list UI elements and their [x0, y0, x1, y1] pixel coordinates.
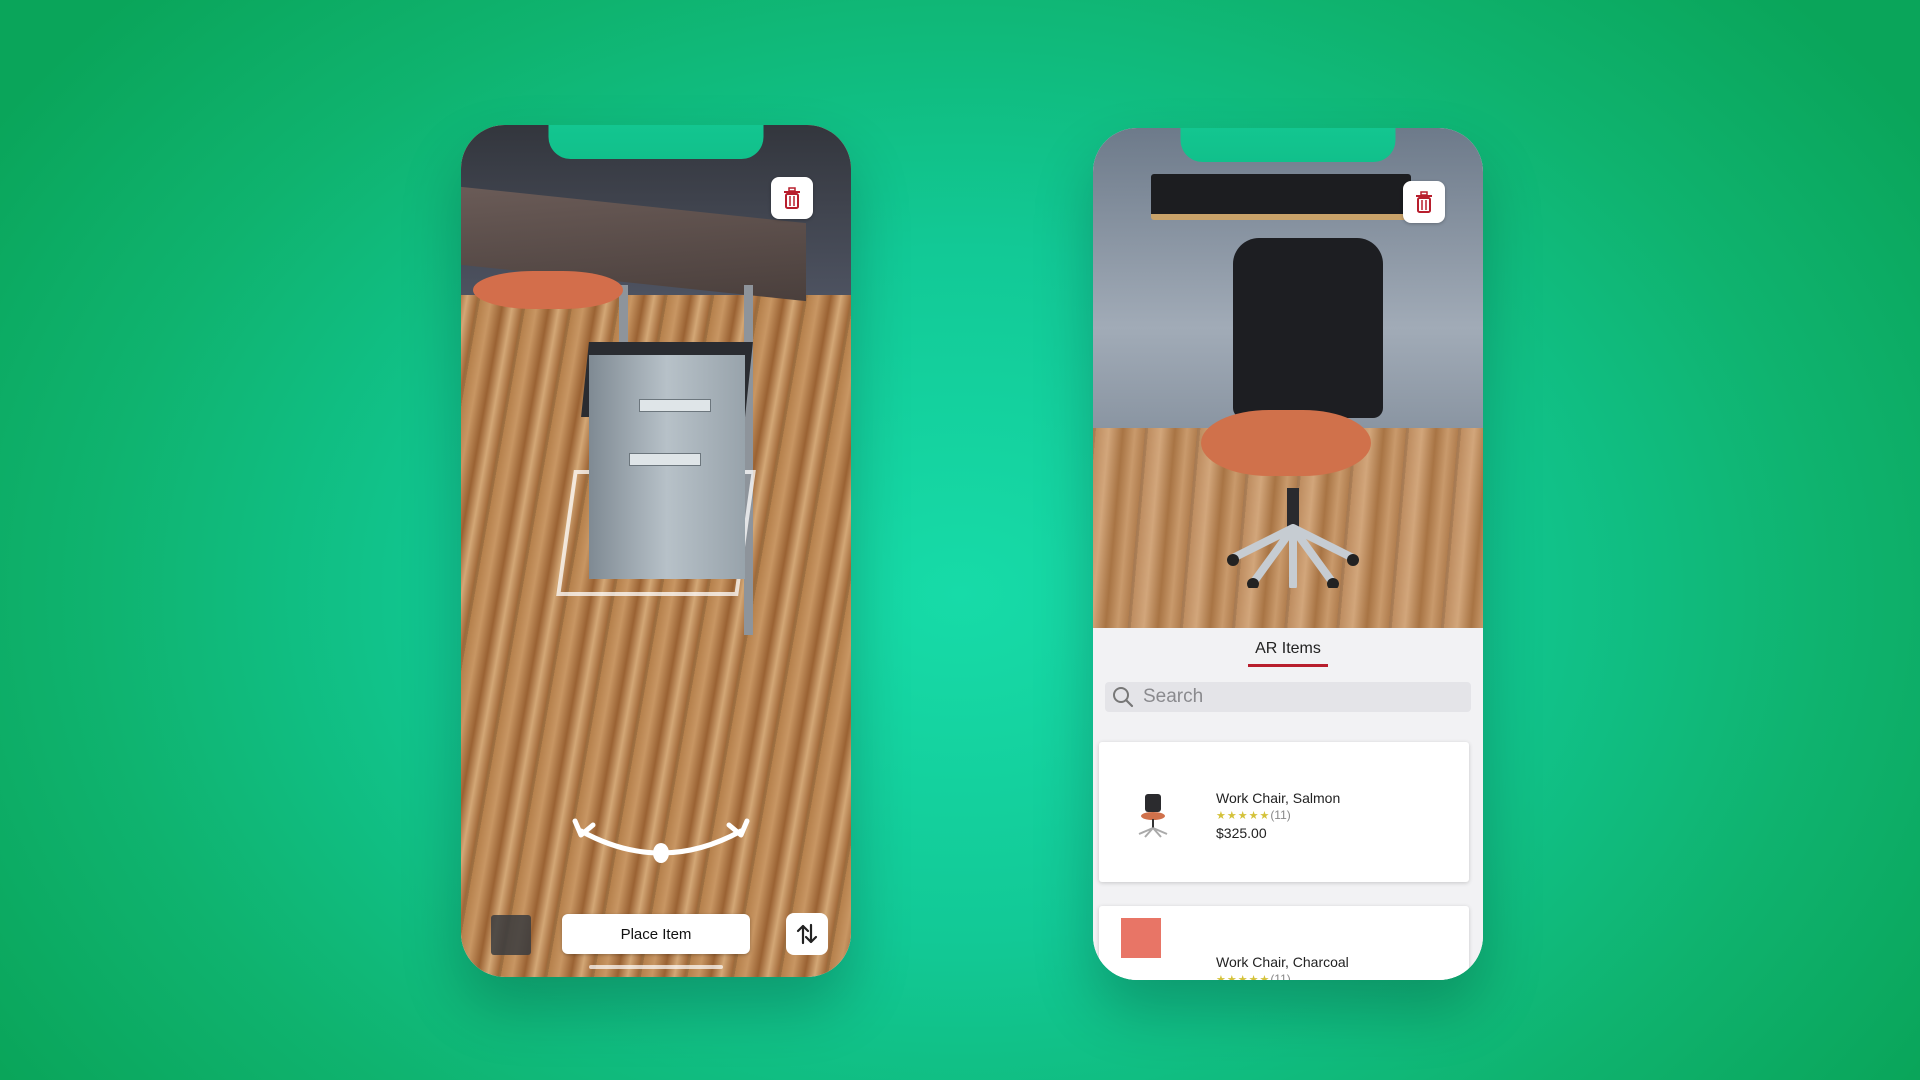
trash-icon	[1416, 191, 1432, 213]
background-chair	[473, 271, 623, 309]
file-cabinet-model[interactable]	[589, 355, 745, 579]
ar-catalog-phone: AR Items Work Chair, Salmon ★★★★★(11) $3…	[1093, 128, 1483, 980]
standing-desk	[1151, 174, 1411, 220]
rating-stars: ★★★★★(11)	[1216, 972, 1291, 980]
color-swatch	[1121, 918, 1161, 958]
review-count: (11)	[1270, 808, 1291, 822]
search-bar[interactable]	[1105, 682, 1471, 712]
item-name: Work Chair, Charcoal	[1216, 954, 1349, 970]
ar-items-panel: AR Items Work Chair, Salmon ★★★★★(11) $3…	[1093, 628, 1483, 980]
swap-vertical-icon	[796, 923, 818, 945]
search-icon	[1113, 687, 1134, 708]
chair-thumbnail	[1138, 794, 1168, 838]
chair-base	[1227, 488, 1359, 588]
item-thumbnail-button[interactable]	[491, 915, 531, 955]
chair-seat	[1201, 410, 1371, 476]
office-chair-model[interactable]	[1233, 238, 1383, 418]
place-item-button[interactable]: Place Item	[562, 914, 750, 954]
home-indicator	[589, 965, 723, 969]
list-item[interactable]: Work Chair, Salmon ★★★★★(11) $325.00	[1099, 742, 1469, 882]
phone-notch	[1180, 128, 1396, 162]
trash-icon	[784, 187, 800, 209]
review-count: (11)	[1270, 972, 1291, 980]
drawer-handle	[639, 399, 711, 412]
rating-stars: ★★★★★(11)	[1216, 808, 1291, 822]
drawer-handle	[629, 453, 701, 466]
item-name: Work Chair, Salmon	[1216, 790, 1341, 806]
desk-leg	[744, 285, 753, 635]
active-tab-indicator	[1248, 664, 1328, 667]
ar-placement-phone: Place Item	[461, 125, 851, 977]
delete-button[interactable]	[1403, 181, 1445, 223]
swap-button[interactable]	[786, 913, 828, 955]
rotate-gesture-icon[interactable]	[571, 813, 751, 873]
stars: ★★★★★	[1216, 974, 1271, 980]
ar-camera-view[interactable]	[461, 125, 851, 977]
stars: ★★★★★	[1216, 810, 1271, 822]
list-item[interactable]: Work Chair, Charcoal ★★★★★(11)	[1099, 906, 1469, 980]
delete-button[interactable]	[771, 177, 813, 219]
phone-notch	[548, 125, 764, 159]
panel-title[interactable]: AR Items	[1093, 640, 1483, 658]
item-price: $325.00	[1216, 825, 1267, 841]
search-input[interactable]	[1141, 685, 1445, 709]
